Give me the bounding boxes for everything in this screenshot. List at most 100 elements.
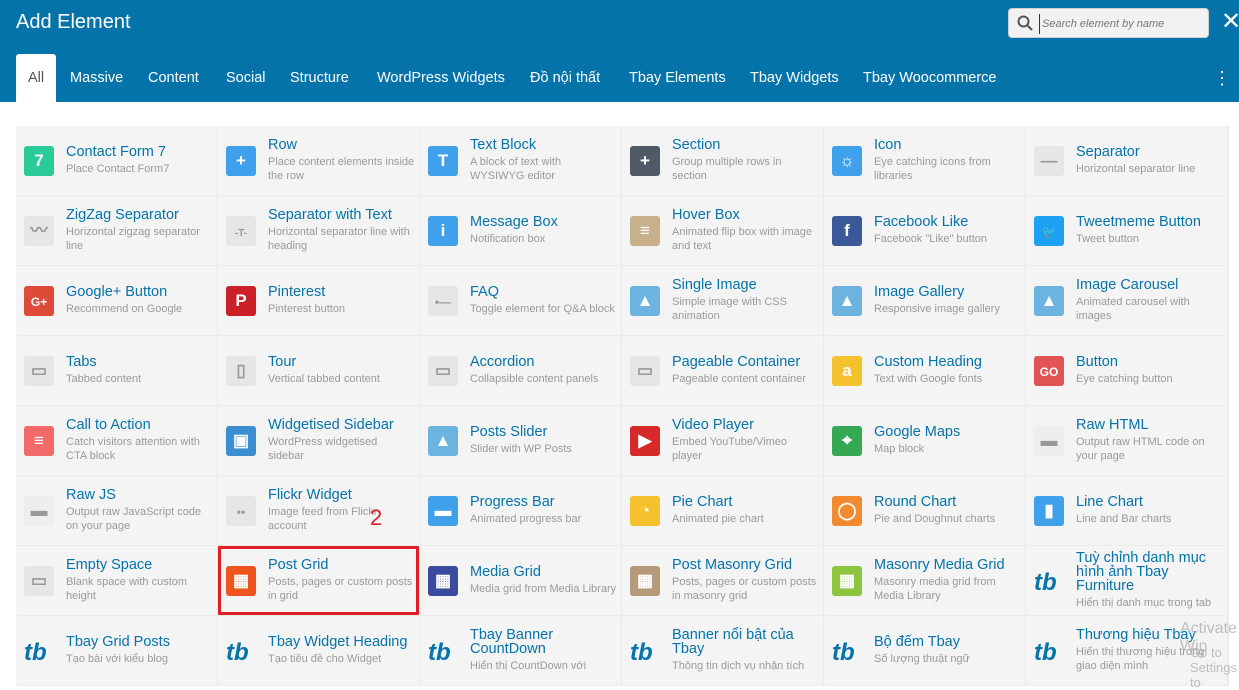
close-icon[interactable]: ✕	[1221, 10, 1239, 34]
svg-text:▬: ▬	[435, 501, 452, 520]
tab-tbay-woocommerce[interactable]: Tbay Woocommerce	[863, 54, 997, 102]
tbay-logo-icon: tb	[24, 636, 54, 666]
section-icon: +	[630, 146, 660, 176]
element-description: Hiển thị danh mục trong tab	[1076, 597, 1212, 609]
tab-wordpress-widgets[interactable]: WordPress Widgets	[377, 54, 505, 102]
element-name: Tbay Grid Posts	[66, 634, 170, 650]
tab-tbay-widgets[interactable]: Tbay Widgets	[750, 54, 839, 102]
element-description: Collapsible content panels	[470, 373, 599, 385]
element-tile[interactable]: ▬ Progress Bar Animated progress bar	[420, 476, 621, 545]
element-tile[interactable]: 7 Contact Form 7 Place Contact Form7	[16, 126, 217, 195]
element-tile[interactable]: ≡ Hover Box Animated flip box with image a…	[622, 196, 823, 265]
element-tile[interactable]: tb Tbay Grid Posts Tạo bài với kiểu blog	[16, 616, 217, 685]
masonry-media-icon: ▦	[832, 566, 862, 596]
element-tile[interactable]: ▯ Tour Vertical tabbed content	[218, 336, 419, 405]
tab-all[interactable]: All	[16, 54, 56, 102]
element-tile[interactable]: 🐦 Tweetmeme Button Tweet button	[1026, 196, 1227, 265]
tab-massive[interactable]: Massive	[70, 54, 123, 102]
element-tile[interactable]: ▬ Raw JS Output raw JavaScript code on you…	[16, 476, 217, 545]
element-tile[interactable]: -T- Separator with Text Horizontal separat…	[218, 196, 419, 265]
element-text: Post Grid Posts, pages or custom posts in…	[268, 546, 415, 615]
element-tile[interactable]: ☼ Icon Eye catching icons from libraries	[824, 126, 1025, 195]
element-description: Map block	[874, 443, 925, 455]
element-tile[interactable]: tb Tbay Widget Heading Tạo tiêu đề cho Wid…	[218, 616, 419, 685]
element-tile[interactable]: ◔ Pie Chart Animated pie chart	[622, 476, 823, 545]
element-tile[interactable]: ▦ Post Masonry Grid Posts, pages or custom…	[622, 546, 823, 615]
element-name: Tweetmeme Button	[1076, 214, 1201, 230]
element-tile[interactable]: i Message Box Notification box	[420, 196, 621, 265]
tab--n-i-th-t[interactable]: Đồ nội thất	[530, 54, 600, 102]
element-tile[interactable]: ▦ Media Grid Media grid from Media Library	[420, 546, 621, 615]
element-tile[interactable]: + Section Group multiple rows in section	[622, 126, 823, 195]
element-description: Responsive image gallery	[874, 303, 1000, 315]
element-tile[interactable]: ▮ Line Chart Line and Bar charts	[1026, 476, 1227, 545]
search-box[interactable]	[1008, 8, 1209, 38]
element-tile[interactable]: ▲ Posts Slider Slider with WP Posts	[420, 406, 621, 475]
element-name: Media Grid	[470, 564, 541, 580]
element-name: Separator	[1076, 144, 1140, 160]
element-name: Tuỳ chỉnh danh mục hình ảnh Tbay Furnitu…	[1076, 550, 1207, 594]
element-tile[interactable]: •• Flickr Widget Image feed from Flickr ac…	[218, 476, 419, 545]
element-tile[interactable]: ▲ Single Image Simple image with CSS anima…	[622, 266, 823, 335]
row-icon: +	[226, 146, 256, 176]
element-tile[interactable]: ◯ Round Chart Pie and Doughnut charts	[824, 476, 1025, 545]
svg-text:•—: •—	[435, 295, 451, 309]
element-text: Raw HTML Output raw HTML code on your pag…	[1076, 406, 1223, 475]
element-tile[interactable]: + Row Place content elements inside the ro…	[218, 126, 419, 195]
tab-content[interactable]: Content	[148, 54, 199, 102]
element-name: Text Block	[470, 137, 537, 153]
element-text: Progress Bar Animated progress bar	[470, 476, 617, 545]
element-text: Section Group multiple rows in section	[672, 126, 819, 195]
element-tile[interactable]: ≡ Call to Action Catch visitors attention …	[16, 406, 217, 475]
element-tile[interactable]: ▭ Empty Space Blank space with custom heig…	[16, 546, 217, 615]
element-tile[interactable]: ▣ Widgetised Sidebar WordPress widgetised …	[218, 406, 419, 475]
element-tile[interactable]: T Text Block A block of text with WYSIWYG …	[420, 126, 621, 195]
tbay-logo-icon: tb	[428, 636, 458, 666]
element-tile[interactable]: GO Button Eye catching button	[1026, 336, 1227, 405]
svg-text:a: a	[842, 361, 852, 380]
element-tile[interactable]: ▦ Post Grid Posts, pages or custom posts i…	[218, 546, 419, 615]
modal-title: Add Element	[16, 11, 131, 33]
element-tile[interactable]: tb Tbay Banner CountDown Hiển thị CountDow…	[420, 616, 621, 685]
element-tile[interactable]: — Separator Horizontal separator line	[1026, 126, 1227, 195]
element-tile[interactable]: •— FAQ Toggle element for Q&A block	[420, 266, 621, 335]
element-tile[interactable]: ▲ Image Gallery Responsive image gallery	[824, 266, 1025, 335]
element-tile[interactable]: ▲ Image Carousel Animated carousel with im…	[1026, 266, 1227, 335]
element-text: Masonry Media Grid Masonry media grid fro…	[874, 546, 1021, 615]
element-tile[interactable]: tb Bộ đếm Tbay Số lượng thuật ngữ	[824, 616, 1025, 685]
element-description: Group multiple rows in section	[672, 156, 782, 182]
element-tile[interactable]: P Pinterest Pinterest button	[218, 266, 419, 335]
element-text: Raw JS Output raw JavaScript code on your…	[66, 476, 213, 545]
element-text: Video Player Embed YouTube/Vimeo player	[672, 406, 819, 475]
element-tile[interactable]: 〰 ZigZag Separator Horizontal zigzag separ…	[16, 196, 217, 265]
element-tile[interactable]: tb Banner nổi bật của Tbay Thông tin dịch …	[622, 616, 823, 685]
element-tile[interactable]: ▦ Masonry Media Grid Masonry media grid fr…	[824, 546, 1025, 615]
tab-tbay-elements[interactable]: Tbay Elements	[629, 54, 726, 102]
post-grid-icon: ▦	[226, 566, 256, 596]
element-name: Tbay Widget Heading	[268, 634, 408, 650]
svg-text:tb: tb	[1034, 639, 1057, 666]
element-tile[interactable]: ▶ Video Player Embed YouTube/Vimeo player	[622, 406, 823, 475]
search-input[interactable]	[1039, 14, 1204, 34]
tab-structure[interactable]: Structure	[290, 54, 349, 102]
element-tile[interactable]: f Facebook Like Facebook "Like" button	[824, 196, 1025, 265]
element-text: Tuỳ chỉnh danh mục hình ảnh Tbay Furnitu…	[1076, 546, 1223, 615]
element-tile[interactable]: ▭ Accordion Collapsible content panels	[420, 336, 621, 405]
element-tile[interactable]: G+ Google+ Button Recommend on Google	[16, 266, 217, 335]
watermark-line: Go to Settings to	[1190, 645, 1237, 690]
svg-text:▦: ▦	[233, 571, 249, 590]
element-tile[interactable]: ⌖ Google Maps Map block	[824, 406, 1025, 475]
go-button-icon: GO	[1034, 356, 1064, 386]
element-tile[interactable]: tb Tuỳ chỉnh danh mục hình ảnh Tbay Furni…	[1026, 546, 1227, 615]
element-tile[interactable]: ▭ Pageable Container Pageable content cont…	[622, 336, 823, 405]
element-tile[interactable]: a Custom Heading Text with Google fonts	[824, 336, 1025, 405]
tab-social[interactable]: Social	[226, 54, 266, 102]
element-text: Pie Chart Animated pie chart	[672, 476, 819, 545]
faq-icon: •—	[428, 286, 458, 316]
element-text: Button Eye catching button	[1076, 336, 1223, 405]
more-icon[interactable]: ⋮	[1213, 68, 1232, 89]
element-description: Image feed from Flickr account	[268, 506, 378, 532]
element-tile[interactable]: ▭ Tabs Tabbed content	[16, 336, 217, 405]
svg-text:▦: ▦	[839, 571, 855, 590]
element-tile[interactable]: ▬ Raw HTML Output raw HTML code on your pa…	[1026, 406, 1227, 475]
